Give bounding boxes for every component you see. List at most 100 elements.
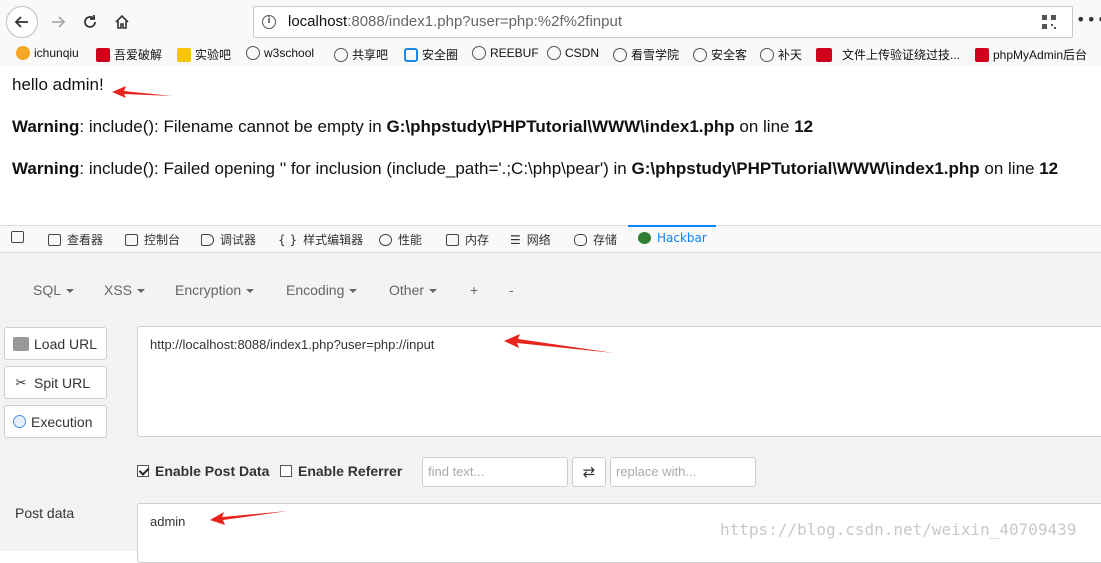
enable-referrer-checkbox[interactable] xyxy=(280,465,292,477)
ichunqiu-icon xyxy=(16,46,30,60)
swap-icon: ⇄ xyxy=(582,463,596,481)
devtools-tabbar: 查看器 控制台 调试器 { } 样式编辑器 性能 内存 ☰ 网络 存储 Hackba… xyxy=(0,225,1101,253)
menu-encoding[interactable]: Encoding xyxy=(286,282,358,298)
tab-label: Hackbar xyxy=(657,231,707,245)
bookmark-label: phpMyAdmin后台 xyxy=(993,48,1088,62)
inspector-icon xyxy=(48,233,61,246)
execution-button[interactable]: Execution xyxy=(4,405,107,438)
line-number: 12 xyxy=(1039,159,1059,178)
on-line-text: on line xyxy=(979,159,1040,178)
bookmark-label: 安全圈 xyxy=(422,48,459,62)
reload-button[interactable] xyxy=(74,6,106,38)
info-icon[interactable]: i xyxy=(262,15,276,29)
menu-encryption[interactable]: Encryption xyxy=(175,282,255,298)
tab-debugger[interactable]: 调试器 xyxy=(201,231,256,248)
menu-label: Other xyxy=(389,282,425,298)
enable-post-checkbox[interactable] xyxy=(137,465,149,477)
bookmark-item[interactable]: 文件上传验证绕过技... xyxy=(816,46,960,63)
bookmark-item[interactable]: 补天 xyxy=(760,46,802,63)
bookmark-item[interactable]: REEBUF xyxy=(472,46,539,60)
find-input[interactable]: find text... xyxy=(422,457,568,487)
home-button[interactable] xyxy=(106,6,138,38)
load-url-button[interactable]: Load URL xyxy=(4,327,107,360)
warning-label: Warning xyxy=(12,159,80,178)
on-line-text: on line xyxy=(734,117,795,136)
performance-icon xyxy=(379,233,392,246)
arrow-left-icon xyxy=(14,16,28,28)
globe-icon xyxy=(334,47,348,62)
bookmark-item[interactable]: 共享吧 xyxy=(334,46,388,63)
menu-sql[interactable]: SQL xyxy=(33,282,75,298)
globe-icon xyxy=(246,46,260,60)
menu-label: XSS xyxy=(104,282,133,298)
url-path: :8088/index1.php?user=php:%2f%2finput xyxy=(347,13,623,30)
tab-inspector[interactable]: 查看器 xyxy=(48,231,103,248)
menu-label: Encryption xyxy=(175,282,242,298)
tab-storage[interactable]: 存储 xyxy=(574,231,617,248)
file-path: G:\phpstudy\PHPTutorial\WWW\index1.php xyxy=(386,117,735,136)
hello-text: hello admin! xyxy=(12,75,104,94)
warning-message: : include(): Failed opening '' for inclu… xyxy=(79,159,632,178)
bookmark-item[interactable]: w3school xyxy=(246,46,314,60)
option-label: Enable Referrer xyxy=(298,463,403,479)
forward-button[interactable] xyxy=(42,6,74,38)
bookmark-item[interactable]: 安全客 xyxy=(693,46,747,63)
swap-button[interactable]: ⇄ xyxy=(572,457,606,487)
menu-xss[interactable]: XSS xyxy=(104,282,146,298)
tab-hackbar[interactable]: Hackbar xyxy=(638,231,707,245)
arrow-right-icon xyxy=(52,16,66,28)
bookmark-label: 文件上传验证绕过技... xyxy=(842,48,961,62)
globe-icon xyxy=(693,47,707,62)
reload-icon xyxy=(84,15,96,28)
tab-style-editor[interactable]: { } 样式编辑器 xyxy=(278,231,363,248)
element-picker-icon[interactable] xyxy=(11,231,24,243)
menu-other[interactable]: Other xyxy=(389,282,438,298)
post-data-label: Post data xyxy=(15,505,75,521)
bookmark-item[interactable]: phpMyAdmin后台 xyxy=(975,46,1087,63)
caret-down-icon xyxy=(349,289,358,294)
split-url-button[interactable]: ✂ Spit URL xyxy=(4,366,107,399)
tab-console[interactable]: 控制台 xyxy=(125,231,180,248)
active-tab-indicator xyxy=(628,225,716,227)
more-menu-icon[interactable]: ••• xyxy=(1076,10,1101,29)
storage-icon xyxy=(574,233,587,246)
bookmark-item[interactable]: 吾爱破解 xyxy=(96,46,162,63)
bookmark-label: w3school xyxy=(264,46,315,60)
home-icon xyxy=(115,14,129,29)
tab-performance[interactable]: 性能 xyxy=(379,231,422,248)
replace-input[interactable]: replace with... xyxy=(610,457,756,487)
address-bar-url[interactable]: localhost:8088/index1.php?user=php:%2f%2… xyxy=(288,13,622,30)
bookmark-item[interactable]: 看雪学院 xyxy=(613,46,679,63)
bookmark-item[interactable]: CSDN xyxy=(547,46,599,60)
caret-down-icon xyxy=(66,289,75,294)
enable-referrer-option[interactable]: Enable Referrer xyxy=(280,463,402,479)
back-button[interactable] xyxy=(6,6,38,38)
enable-post-option[interactable]: Enable Post Data xyxy=(137,463,269,479)
caret-down-icon xyxy=(429,289,438,294)
bookmark-label: CSDN xyxy=(565,46,600,60)
bookmark-item[interactable]: ichunqiu xyxy=(16,46,79,60)
minus-button[interactable]: - xyxy=(509,282,514,298)
line-number: 12 xyxy=(794,117,814,136)
plus-button[interactable]: + xyxy=(470,282,478,298)
tab-label: 性能 xyxy=(398,233,423,247)
csdn-c-icon xyxy=(975,47,989,62)
menu-label: SQL xyxy=(33,282,62,298)
tab-network[interactable]: ☰ 网络 xyxy=(510,231,551,248)
file-path: G:\phpstudy\PHPTutorial\WWW\index1.php xyxy=(631,159,980,178)
address-bar[interactable]: i localhost:8088/index1.php?user=php:%2f… xyxy=(253,6,1073,38)
url-textarea[interactable]: http://localhost:8088/index1.php?user=ph… xyxy=(137,326,1101,437)
bookmarks-bar: ichunqiu 吾爱破解 实验吧 w3school 共享吧 安全圈 REEBU… xyxy=(0,44,1101,66)
tab-label: 查看器 xyxy=(67,233,104,247)
qr-code-icon[interactable] xyxy=(1042,15,1056,29)
bookmark-label: 吾爱破解 xyxy=(114,48,163,62)
tab-label: 内存 xyxy=(465,233,490,247)
bookmark-item[interactable]: 安全圈 xyxy=(404,46,458,63)
tab-memory[interactable]: 内存 xyxy=(446,231,489,248)
url-host: localhost xyxy=(288,13,348,30)
bookmark-label: ichunqiu xyxy=(34,46,79,60)
annotation-arrow xyxy=(210,511,288,525)
tab-label: 网络 xyxy=(526,233,551,247)
play-icon xyxy=(13,415,26,428)
bookmark-item[interactable]: 实验吧 xyxy=(177,46,231,63)
